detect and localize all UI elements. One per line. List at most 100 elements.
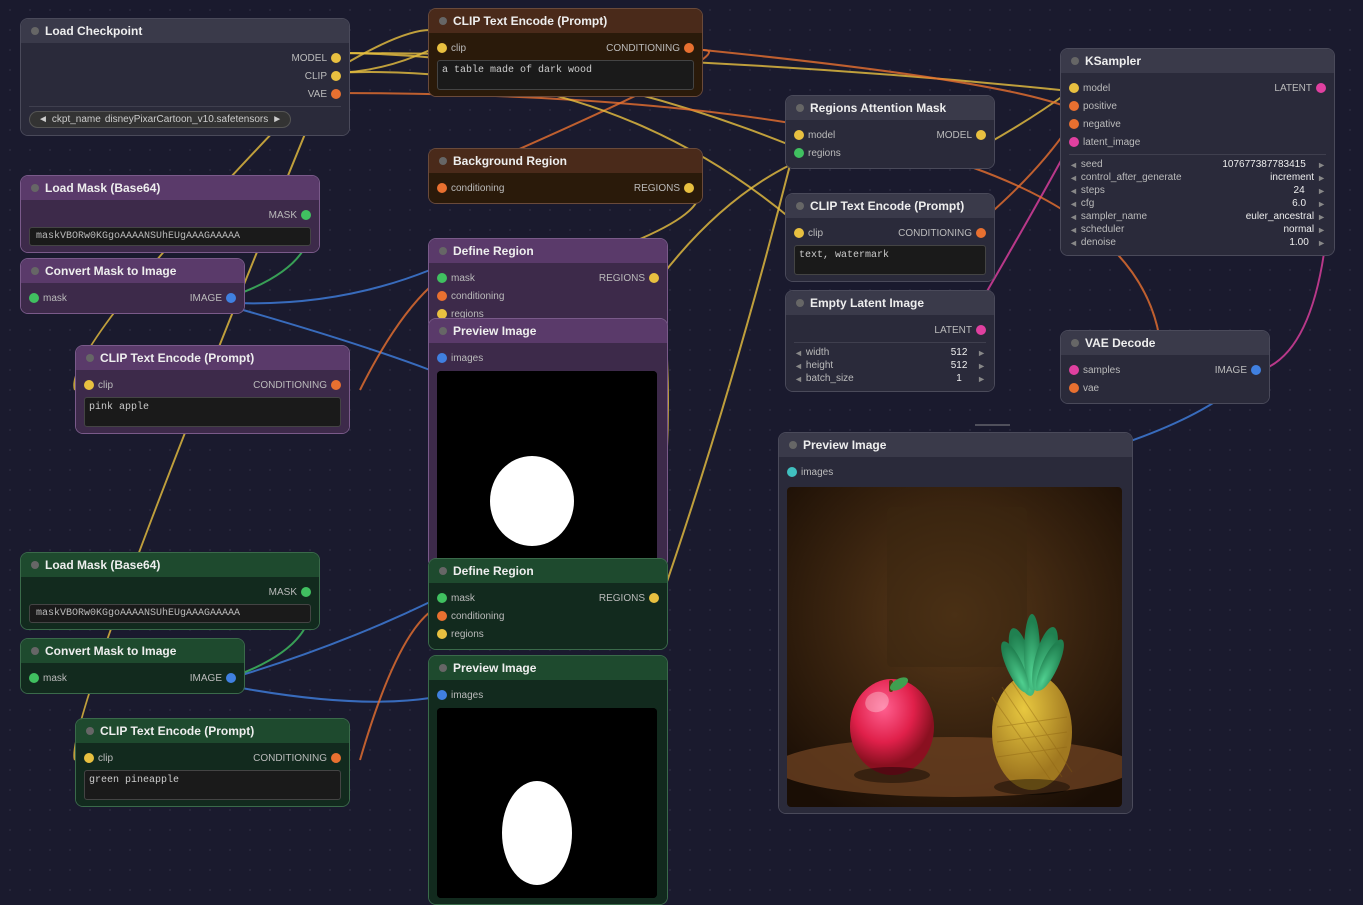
regions-row: regions [794,144,986,162]
latent-image-in-port[interactable] [1069,137,1079,147]
preview-1-canvas [437,371,657,561]
samples-in-port[interactable] [1069,365,1079,375]
background-region-body: conditioning REGIONS [429,173,702,203]
mask-port[interactable] [301,587,311,597]
steps-dec[interactable]: ◄ [1069,186,1078,196]
conditioning-in-port[interactable] [437,611,447,621]
cfg-inc[interactable]: ► [1317,199,1326,209]
vae-output-row: VAE [29,85,341,103]
clip-in-port[interactable] [794,228,804,238]
seed-inc[interactable]: ► [1317,160,1326,170]
steps-value: 24 [1284,185,1314,196]
clip-text-2-input[interactable]: green pineapple [84,770,341,800]
regions-in-port[interactable] [437,629,447,639]
regions-attention-mask-title: Regions Attention Mask [810,101,946,115]
model-in-port[interactable] [1069,83,1079,93]
regions-in-port[interactable] [794,148,804,158]
mask-in-port[interactable] [29,293,39,303]
batch-dec[interactable]: ◄ [794,374,803,384]
batch-inc[interactable]: ► [977,374,986,384]
clip-output-port[interactable] [331,71,341,81]
conditioning-out-port[interactable] [331,380,341,390]
preview-output-header: Preview Image [779,433,1132,457]
image-out-port[interactable] [226,673,236,683]
node-status-dot [86,727,94,735]
regions-out-port[interactable] [649,273,659,283]
load-mask-2-body: MASK maskVBORw0KGgoAAAANSUhEUgAAAGAAAAA [21,577,319,629]
latent-out-port[interactable] [976,325,986,335]
latent-out-port[interactable] [1316,83,1326,93]
model-output-port[interactable] [331,53,341,63]
preview-image-1-node: Preview Image images [428,318,668,568]
images-in-port[interactable] [437,353,447,363]
height-inc[interactable]: ► [977,361,986,371]
image-out-port[interactable] [1251,365,1261,375]
width-inc[interactable]: ► [977,348,986,358]
conditioning-in-port[interactable] [437,291,447,301]
ckpt-chip[interactable]: ◄ ckpt_name disneyPixarCartoon_v10.safet… [29,111,291,128]
width-dec[interactable]: ◄ [794,348,803,358]
vae-output-port[interactable] [331,89,341,99]
regions-attention-mask-header: Regions Attention Mask [786,96,994,120]
seed-dec[interactable]: ◄ [1069,160,1078,170]
mask-value-display: maskVBORw0KGgoAAAANSUhEUgAAAGAAAAA [29,227,311,246]
preview-output-title: Preview Image [803,438,886,452]
model-io-row: model MODEL [794,126,986,144]
conditioning-out-port[interactable] [976,228,986,238]
clip-in-port[interactable] [84,380,94,390]
clip-io-row: clip CONDITIONING [84,376,341,394]
model-out-port[interactable] [976,130,986,140]
conditioning-out-label: CONDITIONING [606,43,680,54]
sampler-dec[interactable]: ◄ [1069,212,1078,222]
images-in-port[interactable] [787,467,797,477]
control-value: increment [1270,172,1314,183]
scheduler-inc[interactable]: ► [1317,225,1326,235]
mask-in-port[interactable] [29,673,39,683]
clip-text-1-input[interactable]: pink apple [84,397,341,427]
vae-in-port[interactable] [1069,383,1079,393]
clip-in-port[interactable] [437,43,447,53]
sampler-inc[interactable]: ► [1317,212,1326,222]
regions-attention-mask-body: model MODEL regions [786,120,994,168]
control-inc[interactable]: ► [1317,173,1326,183]
define-region-2-header: Define Region [429,559,667,583]
denoise-dec[interactable]: ◄ [1069,238,1078,248]
negative-in-port[interactable] [1069,119,1079,129]
ksampler-body: model LATENT positive negative latent_im… [1061,73,1334,255]
conditioning-in-port[interactable] [437,183,447,193]
denoise-inc[interactable]: ► [1317,238,1326,248]
clip-output-label: CLIP [305,71,327,82]
load-mask-2-title: Load Mask (Base64) [45,558,160,572]
clip-text-top-input[interactable]: a table made of dark wood [437,60,694,90]
regions-out-port[interactable] [649,593,659,603]
cfg-dec[interactable]: ◄ [1069,199,1078,209]
conditioning-in-label: conditioning [451,183,504,194]
conditioning-out-label: CONDITIONING [898,228,972,239]
load-checkpoint-title: Load Checkpoint [45,24,142,38]
clip-in-port[interactable] [84,753,94,763]
conditioning-out-port[interactable] [331,753,341,763]
batch-value: 1 [944,373,974,384]
scheduler-dec[interactable]: ◄ [1069,225,1078,235]
mask-in-port[interactable] [437,593,447,603]
control-param: ◄ control_after_generate increment ► [1069,171,1326,184]
control-dec[interactable]: ◄ [1069,173,1078,183]
mask-port[interactable] [301,210,311,220]
clip-text-1-body: clip CONDITIONING pink apple [76,370,349,433]
clip-text-top-body: clip CONDITIONING a table made of dark w… [429,33,702,96]
images-in-port[interactable] [437,690,447,700]
height-dec[interactable]: ◄ [794,361,803,371]
steps-inc[interactable]: ► [1317,186,1326,196]
vae-in-label: vae [1083,383,1099,394]
regions-out-port[interactable] [684,183,694,193]
load-mask-2-header: Load Mask (Base64) [21,553,319,577]
conditioning-out-port[interactable] [684,43,694,53]
mask-in-port[interactable] [437,273,447,283]
model-in-port[interactable] [794,130,804,140]
samples-in-label: samples [1083,365,1120,376]
sampler-param: ◄ sampler_name euler_ancestral ► [1069,210,1326,223]
image-out-port[interactable] [226,293,236,303]
positive-in-port[interactable] [1069,101,1079,111]
clip-text-watermark-input[interactable]: text, watermark [794,245,986,275]
convert-mask-1-body: mask IMAGE [21,283,244,313]
